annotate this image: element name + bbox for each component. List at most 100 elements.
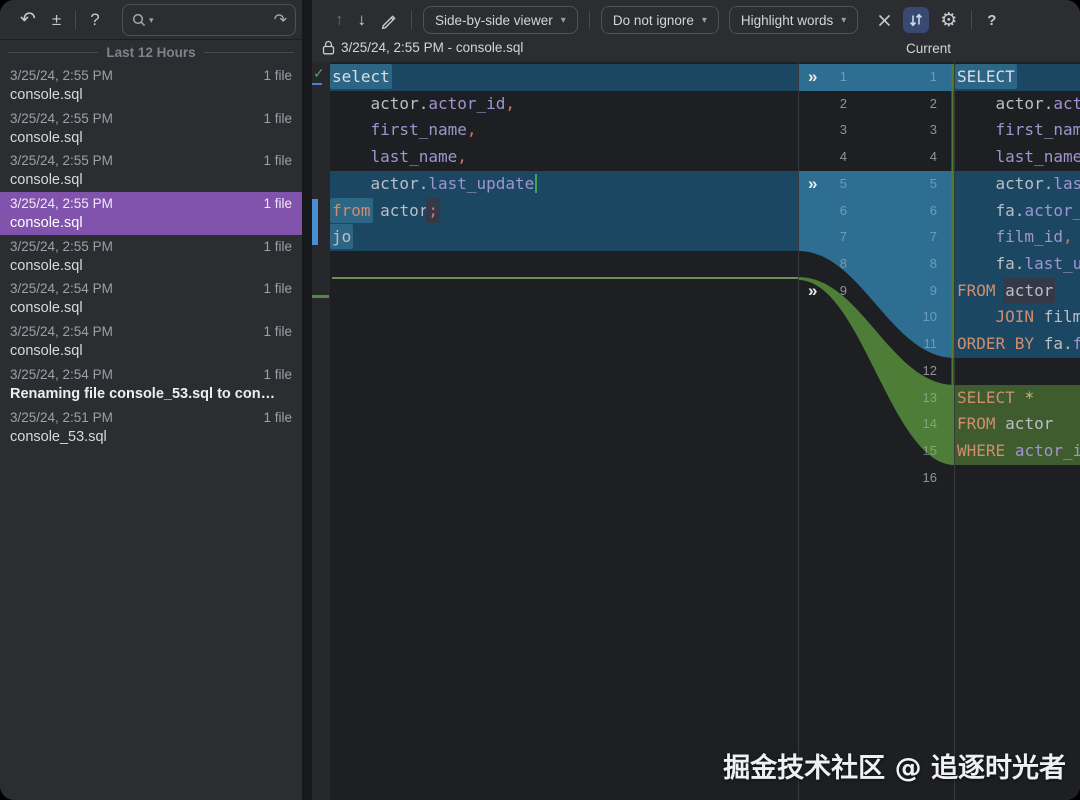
entry-timestamp: 3/25/24, 2:55 PM	[10, 196, 113, 211]
code-line[interactable]	[330, 251, 798, 278]
history-entry[interactable]: 3/25/24, 2:55 PM 1 file console.sql	[0, 149, 302, 192]
revision-title: 3/25/24, 2:55 PM - console.sql	[341, 40, 523, 55]
show-diff-icon[interactable]: ±	[52, 11, 61, 28]
entry-filename: console.sql	[10, 87, 292, 103]
code-line[interactable]	[955, 465, 1080, 492]
synchronize-scrolling-icon[interactable]	[903, 7, 929, 33]
code-line[interactable]: FROM actor	[955, 278, 1080, 305]
panel-splitter[interactable]	[302, 0, 312, 800]
code-line[interactable]: SELECT	[955, 64, 1080, 91]
viewer-mode-select[interactable]: Side-by-side viewer ▾	[423, 6, 578, 34]
diff-gutter	[798, 62, 955, 800]
code-line[interactable]: actor.las	[955, 171, 1080, 198]
code-line[interactable]: first_nam	[955, 117, 1080, 144]
search-field[interactable]: ▾ ↷	[122, 4, 296, 36]
entry-filename: console.sql	[10, 215, 292, 231]
code-line[interactable]: last_name	[955, 144, 1080, 171]
watermark: 掘金技术社区 @ 追逐时光者	[723, 746, 1066, 785]
whitespace-ignore-select[interactable]: Do not ignore ▾	[601, 6, 719, 34]
entry-file-count: 1 file	[263, 111, 292, 126]
history-entry[interactable]: 3/25/24, 2:54 PM 1 file console.sql	[0, 320, 302, 363]
code-line[interactable]: actor.actor_id,	[330, 91, 798, 118]
sidebar-toolbar: ↶ ± ? ▾ ↷	[0, 0, 302, 40]
history-entry[interactable]: 3/25/24, 2:55 PM1 fileconsole.sql	[0, 235, 302, 278]
history-list: 3/25/24, 2:55 PM1 fileconsole.sql3/25/24…	[0, 64, 302, 448]
entry-timestamp: 3/25/24, 2:51 PM	[10, 410, 113, 425]
diff-editor: ✓ select actor.actor_id, first_name, las…	[312, 62, 1080, 800]
help-icon[interactable]: ?	[987, 12, 996, 29]
change-applied-check-icon[interactable]: ✓	[313, 65, 325, 82]
section-label: Last 12 Hours	[106, 45, 195, 60]
entry-timestamp: 3/25/24, 2:54 PM	[10, 324, 113, 339]
diff-toolbar: ↑ ↓ Side-by-side viewer ▾ Do not ignore …	[312, 0, 1080, 40]
code-line[interactable]: from actor;	[330, 198, 798, 225]
history-entry[interactable]: 3/25/24, 2:54 PM1 fileconsole.sql	[0, 277, 302, 320]
entry-timestamp: 3/25/24, 2:55 PM	[10, 68, 113, 83]
code-line[interactable]: SELECT *	[955, 385, 1080, 412]
help-icon[interactable]: ?	[90, 11, 99, 28]
collapse-unchanged-icon[interactable]	[871, 7, 897, 33]
code-line[interactable]: jo	[330, 224, 798, 251]
left-editor-gutter: ✓	[312, 62, 330, 800]
inserted-range-marker	[312, 295, 329, 298]
divider	[8, 52, 98, 53]
entry-file-count: 1 file	[263, 410, 292, 425]
entry-file-count: 1 file	[263, 367, 292, 382]
text-caret	[535, 174, 537, 193]
revert-icon[interactable]: ↶	[20, 10, 36, 29]
code-line[interactable]: film_id,	[955, 224, 1080, 251]
history-entry[interactable]: 3/25/24, 2:55 PM1 fileconsole.sql	[0, 107, 302, 150]
history-entry[interactable]: 3/25/24, 2:55 PM 1 file console.sql	[0, 64, 302, 107]
toolbar-separator	[411, 11, 412, 29]
code-line[interactable]: FROM actor	[955, 411, 1080, 438]
insertion-point-line	[332, 277, 798, 279]
previous-change-icon[interactable]: ↑	[335, 10, 344, 30]
entry-file-count: 1 file	[263, 239, 292, 254]
entry-timestamp: 3/25/24, 2:55 PM	[10, 111, 113, 126]
viewer-mode-label: Side-by-side viewer	[435, 13, 553, 28]
gear-icon[interactable]: ⚙	[940, 11, 957, 30]
ignore-label: Do not ignore	[613, 13, 694, 28]
current-label: Current	[906, 41, 951, 56]
code-line[interactable]: select	[330, 64, 798, 91]
entry-file-count: 1 file	[263, 196, 292, 211]
code-line[interactable]: ORDER BY fa.f	[955, 331, 1080, 358]
code-line[interactable]	[955, 358, 1080, 385]
code-line[interactable]: fa.last_u	[955, 251, 1080, 278]
next-change-icon[interactable]: ↓	[358, 10, 367, 30]
history-entry[interactable]: 3/25/24, 2:55 PM 1 file console.sql	[0, 192, 302, 235]
redo-icon[interactable]: ↷	[274, 10, 287, 30]
search-icon	[131, 12, 147, 28]
code-line[interactable]: last_name,	[330, 144, 798, 171]
edit-icon[interactable]	[376, 7, 402, 33]
code-line[interactable]: first_name,	[330, 117, 798, 144]
code-line[interactable]: actor.act	[955, 91, 1080, 118]
diff-viewer-panel: ↑ ↓ Side-by-side viewer ▾ Do not ignore …	[312, 0, 1080, 800]
history-entry[interactable]: 3/25/24, 2:54 PM1 fileRenaming file cons…	[0, 363, 302, 406]
screenshot-root: { "watermark": "掘金技术社区 @ 追逐时光者", "colors…	[0, 0, 1080, 800]
history-entry[interactable]: 3/25/24, 2:51 PM1 fileconsole_53.sql	[0, 406, 302, 449]
entry-timestamp: 3/25/24, 2:54 PM	[10, 281, 113, 296]
code-line[interactable]: WHERE actor_i	[955, 438, 1080, 465]
toolbar-separator	[589, 11, 590, 29]
highlight-label: Highlight words	[741, 13, 833, 28]
code-line[interactable]: actor.last_update	[330, 171, 798, 198]
highlight-mode-select[interactable]: Highlight words ▾	[729, 6, 858, 34]
search-options-caret[interactable]: ▾	[149, 15, 154, 26]
entry-file-count: 1 file	[263, 153, 292, 168]
entry-file-count: 1 file	[263, 324, 292, 339]
history-section-header: Last 12 Hours	[0, 40, 302, 64]
code-line[interactable]: fa.actor_	[955, 198, 1080, 225]
entry-filename: console.sql	[10, 172, 292, 188]
entry-file-count: 1 file	[263, 68, 292, 83]
code-line[interactable]	[330, 278, 798, 305]
entry-filename: console.sql	[10, 343, 292, 359]
divider	[204, 52, 294, 53]
entry-timestamp: 3/25/24, 2:55 PM	[10, 239, 113, 254]
entry-timestamp: 3/25/24, 2:54 PM	[10, 367, 113, 382]
toolbar-separator	[75, 11, 76, 29]
code-line[interactable]: JOIN film	[955, 304, 1080, 331]
entry-timestamp: 3/25/24, 2:55 PM	[10, 153, 113, 168]
changed-range-marker	[312, 199, 318, 245]
diff-left-pane: select actor.actor_id, first_name, last_…	[330, 62, 798, 800]
